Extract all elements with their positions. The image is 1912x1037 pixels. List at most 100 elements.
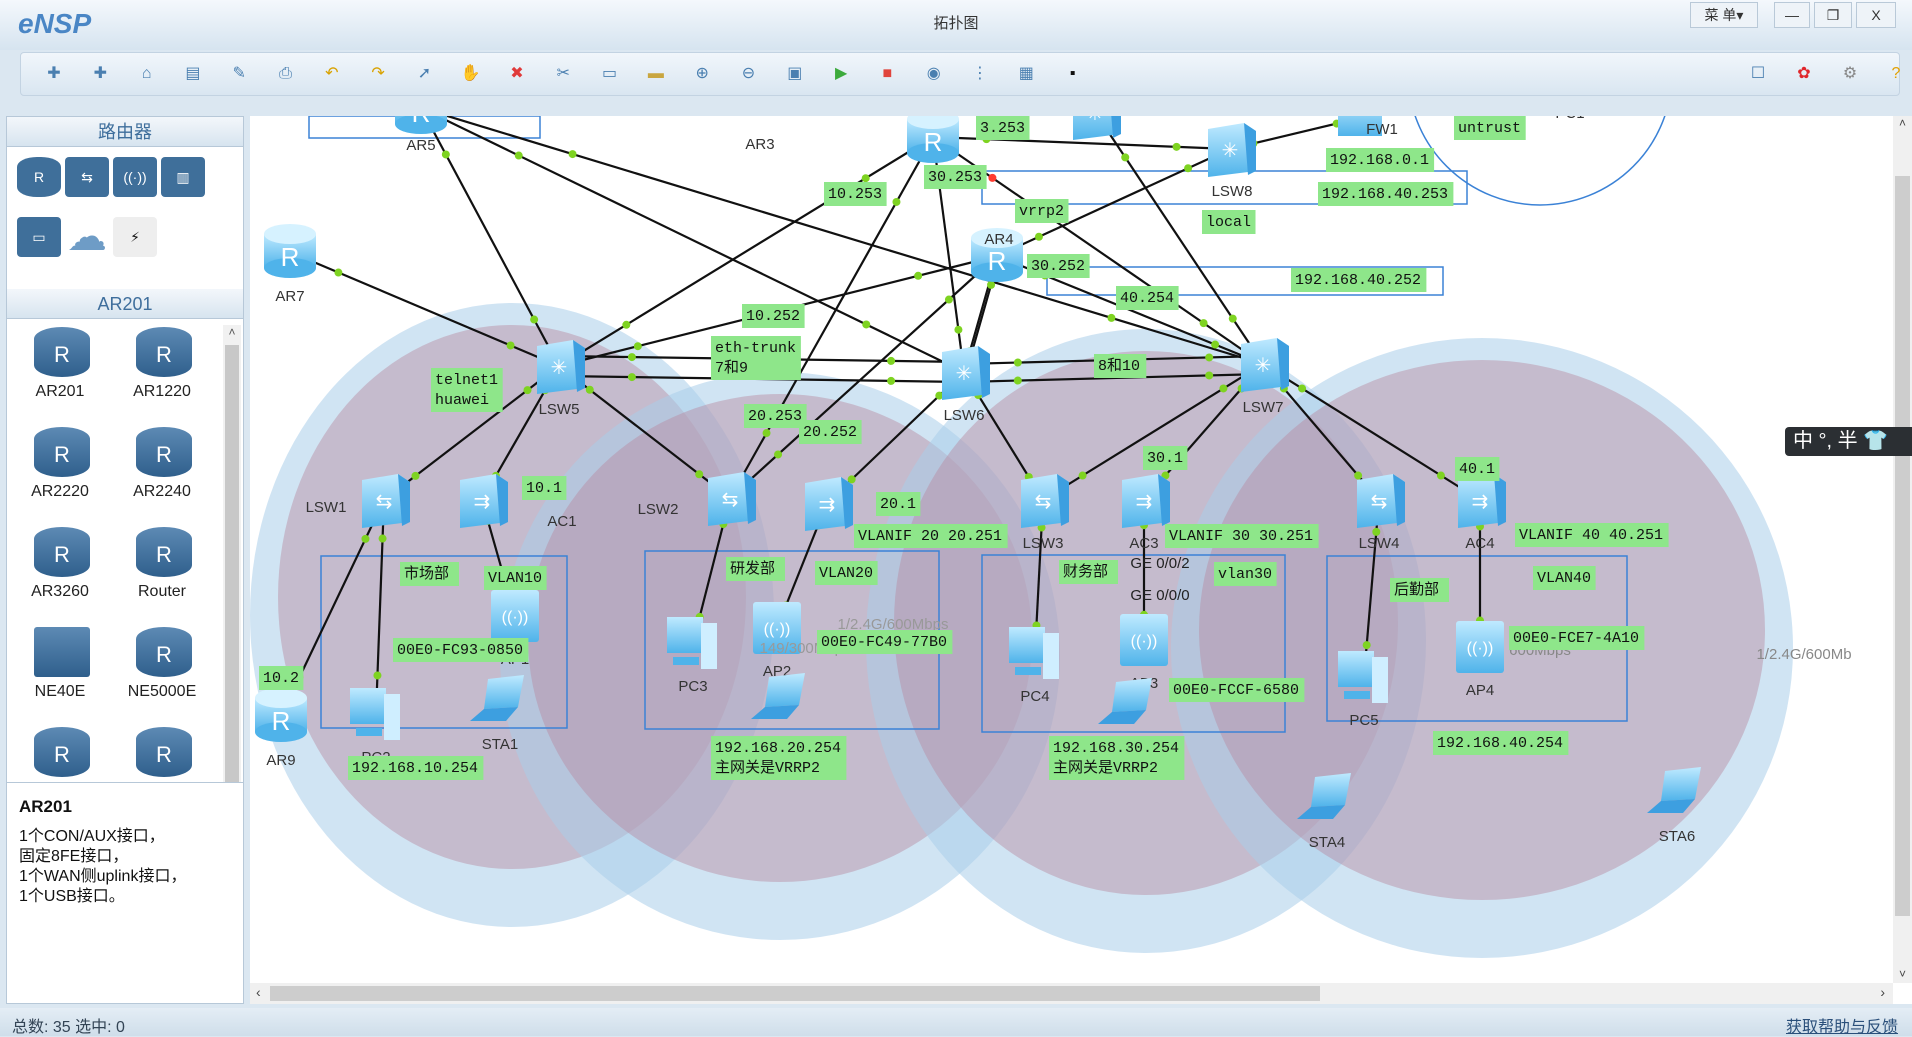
category-switch-icon[interactable]: ⇆ [65, 157, 109, 197]
topology-layout-icon[interactable]: ⋮ [967, 61, 993, 87]
fit-icon[interactable]: ▣ [782, 61, 808, 87]
node-ac2-ac[interactable]: ⇉ [805, 477, 853, 531]
node-lsw8-switch[interactable]: ✳ [1208, 123, 1256, 177]
node-ar7-router[interactable]: R [264, 224, 316, 278]
help-feedback-link[interactable]: 获取帮助与反馈 [1786, 1013, 1898, 1037]
node-ap3-ap[interactable]: ((·)) [1120, 614, 1168, 666]
annotation-label[interactable]: eth-trunk 7和9 [711, 336, 801, 380]
huawei-icon[interactable]: ✿ [1791, 61, 1817, 87]
console-icon[interactable]: ▪ [1060, 61, 1086, 87]
annotation-label[interactable]: 10.2 [259, 666, 304, 690]
annotation-label[interactable]: 192.168.40.252 [1291, 268, 1427, 292]
annotation-label[interactable]: 市场部 [400, 562, 459, 586]
annotation-label[interactable]: 后勤部 [1390, 578, 1449, 602]
text-icon[interactable]: ▭ [597, 61, 623, 87]
node-lsw3-l2switch[interactable]: ⇆ [1021, 474, 1069, 528]
annotation-label[interactable]: 192.168.30.254 主网关是VRRP2 [1049, 736, 1185, 780]
horizontal-scroll-thumb[interactable] [270, 986, 1320, 1001]
device-Router-icon[interactable]: R [136, 527, 192, 577]
topology-canvas[interactable]: RAR5R✳✳LSW8FW1RAR4RAR7✳LSW5✳LSW6✳LSW7⇆LS… [250, 116, 1912, 1004]
save-as-icon[interactable]: ✎ [226, 61, 252, 87]
redo-icon[interactable]: ↷ [365, 61, 391, 87]
start-all-icon[interactable]: ▶ [828, 61, 854, 87]
node-ar9-router[interactable]: R [255, 688, 307, 742]
node-lsw4-l2switch[interactable]: ⇆ [1357, 474, 1405, 528]
node-lsw2-l2switch[interactable]: ⇆ [708, 472, 756, 526]
device-AR201-icon[interactable]: R [34, 327, 90, 377]
link[interactable] [558, 136, 934, 367]
delete-icon[interactable]: ✖ [504, 61, 530, 87]
annotation-label[interactable]: telnet1 huawei [431, 368, 503, 412]
annotation-label[interactable]: 10.252 [742, 304, 805, 328]
node-lsw7-switch[interactable]: ✳ [1241, 338, 1289, 392]
new-topology-icon[interactable]: ✚ [41, 61, 67, 87]
node-pc4-pc[interactable] [1009, 627, 1059, 679]
node-lsw6-switch[interactable]: ✳ [942, 346, 990, 400]
menu-button[interactable]: 菜 单▾ [1690, 2, 1758, 28]
grid-icon[interactable]: ▦ [1013, 61, 1039, 87]
annotation-label[interactable]: vlan30 [1214, 562, 1277, 586]
node-pc5-pc[interactable] [1338, 651, 1388, 703]
undo-icon[interactable]: ↶ [319, 61, 345, 87]
annotation-label[interactable]: 00E0-FCCF-6580 [1169, 678, 1305, 702]
device-NE40E-icon[interactable] [34, 627, 90, 677]
node-ac3-ac[interactable]: ⇉ [1122, 474, 1170, 528]
device-more-icon[interactable]: R [34, 727, 90, 777]
annotation-label[interactable]: 研发部 [726, 557, 785, 581]
annotation-label[interactable]: local [1202, 210, 1256, 234]
category-cloud-icon[interactable]: ☁ [65, 217, 109, 257]
annotation-label[interactable]: 10.1 [522, 476, 567, 500]
category-other-icon[interactable]: ⚡ [113, 217, 157, 257]
horizontal-scrollbar[interactable]: ‹ › [250, 983, 1893, 1004]
device-AR2240-icon[interactable]: R [136, 427, 192, 477]
ime-indicator[interactable]: 中 °, 半 👕 [1785, 427, 1912, 456]
close-button[interactable]: X [1856, 2, 1896, 28]
device-more-icon[interactable]: R [136, 727, 192, 777]
stop-all-icon[interactable]: ■ [874, 61, 900, 87]
annotation-label[interactable]: 20.252 [799, 420, 862, 444]
zoom-in-icon[interactable]: ⊕ [689, 61, 715, 87]
device-NE5000E-icon[interactable]: R [136, 627, 192, 677]
category-router-icon[interactable]: R [17, 157, 61, 197]
annotation-label[interactable]: 00E0-FC93-0850 [393, 638, 529, 662]
node-pc3-pc[interactable] [667, 617, 717, 669]
annotation-label[interactable]: 8和10 [1094, 354, 1147, 378]
annotation-label[interactable]: 192.168.40.254 [1433, 731, 1569, 755]
annotation-label[interactable]: 192.168.10.254 [348, 756, 484, 780]
annotation-label[interactable]: 30.252 [1027, 254, 1090, 278]
annotation-label[interactable]: VLAN40 [1533, 566, 1596, 590]
annotation-label[interactable]: 财务部 [1059, 560, 1118, 584]
annotation-label[interactable]: 192.168.20.254 主网关是VRRP2 [711, 736, 847, 780]
annotation-label[interactable]: 20.1 [876, 492, 921, 516]
node-lsw5-switch[interactable]: ✳ [537, 340, 585, 394]
delete-link-icon[interactable]: ✂ [550, 61, 576, 87]
node-ar3-router[interactable]: R [907, 116, 959, 163]
node-unlabeled-switch[interactable]: ✳ [1073, 116, 1121, 140]
annotation-label[interactable]: 20.253 [744, 404, 807, 428]
settings-icon[interactable]: ⚙ [1837, 61, 1863, 87]
palette-icon[interactable]: ▬ [643, 61, 669, 87]
topology-svg[interactable]: RAR5R✳✳LSW8FW1RAR4RAR7✳LSW5✳LSW6✳LSW7⇆LS… [250, 116, 1893, 983]
annotation-label[interactable]: 40.254 [1116, 286, 1179, 310]
restore-button[interactable]: ❐ [1814, 2, 1852, 28]
node-ap1-ap[interactable]: ((·)) [491, 590, 539, 642]
annotation-label[interactable]: untrust [1454, 116, 1526, 140]
annotation-label[interactable]: 192.168.0.1 [1326, 148, 1435, 172]
node-ac4-ac[interactable]: ⇉ [1458, 474, 1506, 528]
node-ac1-ac[interactable]: ⇉ [460, 474, 508, 528]
category-terminal-icon[interactable]: ▭ [17, 217, 61, 257]
annotation-label[interactable]: 192.168.40.253 [1318, 182, 1454, 206]
node-ar5-router[interactable]: R [395, 116, 447, 134]
annotation-label[interactable]: VLAN10 [484, 566, 547, 590]
vertical-scrollbar[interactable]: ˄ ˅ [1893, 116, 1912, 983]
annotation-label[interactable]: 30.1 [1143, 446, 1188, 470]
open-icon[interactable]: ⌂ [134, 61, 160, 87]
annotation-label[interactable]: 30.253 [924, 165, 987, 189]
annotation-label[interactable]: VLANIF 40 40.251 [1515, 523, 1669, 547]
annotation-label[interactable]: 10.253 [824, 182, 887, 206]
annotation-label[interactable]: VLANIF 20 20.251 [854, 524, 1008, 548]
annotation-label[interactable]: vrrp2 [1015, 199, 1069, 223]
new-example-icon[interactable]: ✚ [87, 61, 113, 87]
annotation-label[interactable]: VLANIF 30 30.251 [1165, 524, 1319, 548]
vertical-scroll-thumb[interactable] [1895, 176, 1910, 916]
